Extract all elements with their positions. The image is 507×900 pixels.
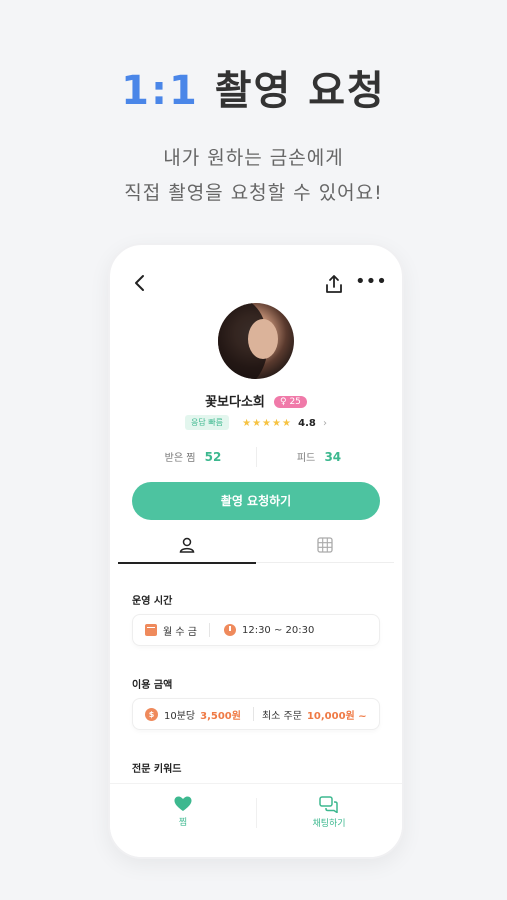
like-label: 찜 xyxy=(178,818,188,828)
fast-response-badge: 응답 빠름 xyxy=(184,415,229,430)
hero-title-accent: 1:1 xyxy=(121,68,199,114)
min-order-value: 10,000원 ~ xyxy=(306,710,367,722)
profile-tab-icon xyxy=(179,537,195,553)
stat-received-likes[interactable]: 받은 찜 52 xyxy=(130,443,256,473)
request-shoot-button[interactable]: 촬영 요청하기 xyxy=(132,482,380,520)
operating-days: 월 수 금 xyxy=(163,626,197,638)
chat-button[interactable]: 채팅하기 xyxy=(256,796,402,829)
chat-label: 채팅하기 xyxy=(312,819,346,829)
calendar-icon xyxy=(145,624,157,636)
star-icon: ★★★★★ xyxy=(242,418,292,429)
stat-feed-label: 피드 xyxy=(296,453,316,464)
chevron-right-icon: › xyxy=(323,418,328,429)
price-section-title: 이용 금액 xyxy=(132,680,173,691)
stat-received-label: 받은 찜 xyxy=(164,453,196,464)
stat-received-value: 52 xyxy=(204,450,222,464)
rating-value: 4.8 xyxy=(298,418,316,429)
avatar[interactable] xyxy=(218,303,294,379)
price-unit: 10분당 xyxy=(164,710,196,722)
profile-tabs xyxy=(118,528,394,564)
more-icon[interactable]: ••• xyxy=(355,273,387,295)
name-row: 꽃보다소희 ♀ 25 xyxy=(110,391,402,410)
hours-card: 월 수 금 12:30 ~ 20:30 xyxy=(132,614,380,646)
heart-icon xyxy=(174,796,192,811)
bottom-nav: 찜 채팅하기 xyxy=(110,783,402,857)
hero-title: 1:1 촬영 요청 xyxy=(0,58,507,116)
chat-icon xyxy=(319,796,338,814)
coin-icon: $ xyxy=(145,707,158,721)
share-icon[interactable] xyxy=(323,273,345,295)
stats: 받은 찜 52 피드 34 xyxy=(130,443,382,471)
min-order-label: 최소 주문 xyxy=(261,710,302,722)
grid-tab-icon xyxy=(317,537,333,553)
phone-frame: ••• 꽃보다소희 ♀ 25 응답 빠름 ★★★★★ 4.8 › 받은 찜 52… xyxy=(108,243,404,859)
operating-hours: 12:30 ~ 20:30 xyxy=(241,624,315,636)
keywords-section-title: 전문 키워드 xyxy=(132,764,182,775)
back-icon[interactable] xyxy=(130,273,150,293)
gender-age-badge: ♀ 25 xyxy=(274,396,307,408)
hero-subtitle-line1: 내가 원하는 금손에게 xyxy=(163,147,344,169)
rating-row[interactable]: 응답 빠름 ★★★★★ 4.8 › xyxy=(110,415,402,430)
tab-grid[interactable] xyxy=(256,528,394,562)
hours-section-title: 운영 시간 xyxy=(132,596,173,607)
clock-icon xyxy=(223,624,236,636)
hero-subtitle-line2: 직접 촬영을 요청할 수 있어요! xyxy=(124,182,383,204)
price-value: 3,500원 xyxy=(200,710,241,722)
profile-name: 꽃보다소희 xyxy=(205,395,265,410)
tab-profile[interactable] xyxy=(118,528,256,564)
price-card: $ 10분당 3,500원 최소 주문 10,000원 ~ xyxy=(132,698,380,730)
like-button[interactable]: 찜 xyxy=(110,796,256,828)
stat-feed-value: 34 xyxy=(324,450,342,464)
hero-title-rest: 촬영 요청 xyxy=(214,68,386,114)
stat-feed[interactable]: 피드 34 xyxy=(256,443,382,473)
